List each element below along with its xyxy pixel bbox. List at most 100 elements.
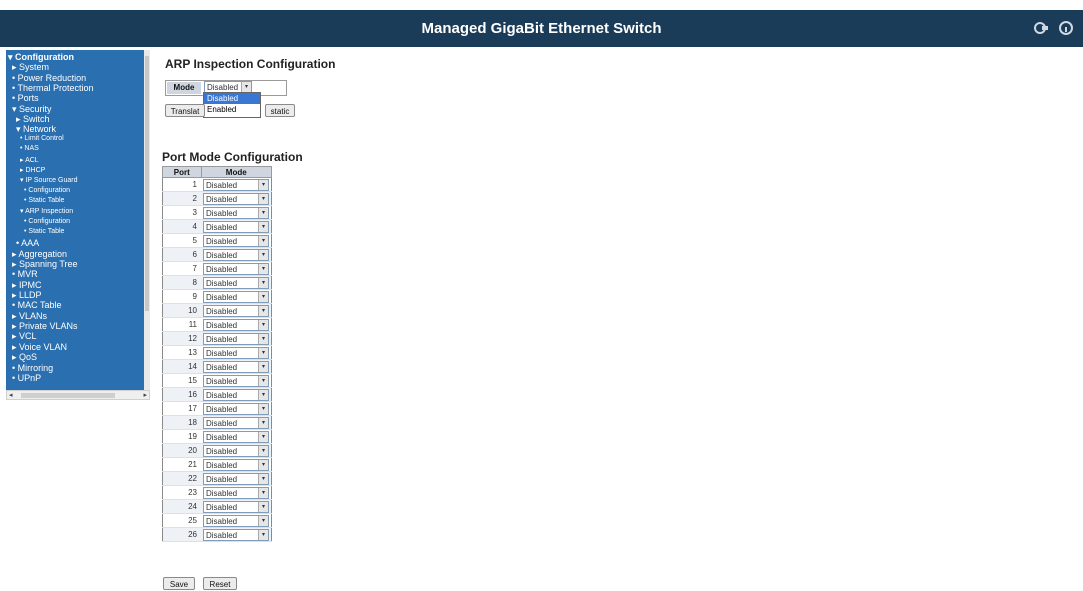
port-number: 19: [162, 429, 201, 444]
dropdown-option-enabled[interactable]: Enabled: [204, 104, 260, 115]
port-mode-select[interactable]: Disabled ▾: [203, 388, 269, 401]
sidebar-item[interactable]: ▾ Network: [16, 124, 56, 135]
port-mode-select[interactable]: Disabled ▾: [203, 486, 269, 499]
sidebar-item[interactable]: • Configuration: [24, 187, 70, 194]
sidebar-item[interactable]: ▸ Spanning Tree: [12, 259, 78, 270]
sidebar-item[interactable]: • MAC Table: [12, 300, 62, 310]
table-row: 11 Disabled ▾: [162, 317, 272, 332]
port-mode-select[interactable]: Disabled ▾: [203, 178, 269, 191]
sidebar-item[interactable]: • Thermal Protection: [12, 83, 94, 93]
sidebar-horizontal-scrollbar[interactable]: ◂ ▸: [6, 390, 150, 400]
sidebar-item[interactable]: • Static Table: [24, 197, 64, 204]
port-mode-select[interactable]: Disabled ▾: [203, 234, 269, 247]
sidebar-item[interactable]: • Limit Control: [20, 135, 64, 142]
sidebar-item[interactable]: • Power Reduction: [12, 73, 86, 83]
port-mode-select[interactable]: Disabled ▾: [203, 360, 269, 373]
port-mode-select[interactable]: Disabled ▾: [203, 332, 269, 345]
table-row: 13 Disabled ▾: [162, 345, 272, 360]
port-mode-select[interactable]: Disabled ▾: [203, 430, 269, 443]
help-icon[interactable]: [1058, 20, 1074, 36]
sidebar-item[interactable]: ▾ IP Source Guard: [20, 176, 77, 184]
dropdown-option-disabled[interactable]: Disabled: [204, 93, 260, 104]
port-number: 10: [162, 303, 201, 318]
port-mode-select[interactable]: Disabled ▾: [203, 374, 269, 387]
port-number: 25: [162, 513, 201, 528]
sidebar-item[interactable]: ▸ Voice VLAN: [12, 342, 67, 353]
port-mode-cell: Disabled ▾: [201, 317, 272, 332]
port-mode-select[interactable]: Disabled ▾: [203, 402, 269, 415]
table-row: 22 Disabled ▾: [162, 471, 272, 486]
sidebar-item[interactable]: ▾ ARP Inspection: [20, 207, 73, 215]
table-row: 12 Disabled ▾: [162, 331, 272, 346]
port-number: 12: [162, 331, 201, 346]
sidebar-item[interactable]: • Mirroring: [12, 363, 53, 373]
port-mode-select[interactable]: Disabled ▾: [203, 514, 269, 527]
logout-icon[interactable]: [1033, 20, 1049, 36]
sidebar-item[interactable]: • UPnP: [12, 373, 41, 383]
port-mode-select[interactable]: Disabled ▾: [203, 318, 269, 331]
sidebar-item[interactable]: ▸ Switch: [16, 114, 50, 125]
port-mode-select[interactable]: Disabled ▾: [203, 458, 269, 471]
sidebar-item[interactable]: ▸ QoS: [12, 352, 37, 363]
port-mode-value: Disabled: [206, 236, 238, 246]
port-mode-select[interactable]: Disabled ▾: [203, 220, 269, 233]
port-number: 11: [162, 317, 201, 332]
chevron-down-icon: ▾: [258, 193, 268, 204]
port-mode-cell: Disabled ▾: [201, 513, 272, 528]
scroll-right-icon[interactable]: ▸: [143, 392, 147, 399]
sidebar-item[interactable]: • MVR: [12, 269, 38, 279]
save-button[interactable]: Save: [163, 577, 195, 590]
port-mode-select[interactable]: Disabled ▾: [203, 206, 269, 219]
port-mode-select[interactable]: Disabled ▾: [203, 472, 269, 485]
port-number: 2: [162, 191, 201, 206]
port-mode-select[interactable]: Disabled ▾: [203, 500, 269, 513]
port-mode-value: Disabled: [206, 180, 238, 190]
port-mode-select[interactable]: Disabled ▾: [203, 346, 269, 359]
chevron-down-icon: ▾: [258, 179, 268, 190]
chevron-down-icon: ▾: [258, 529, 268, 540]
port-mode-select[interactable]: Disabled ▾: [203, 262, 269, 275]
table-row: 4 Disabled ▾: [162, 219, 272, 234]
translate-button-right[interactable]: static: [265, 104, 295, 117]
chevron-down-icon: ▾: [258, 305, 268, 316]
chevron-down-icon: ▾: [258, 473, 268, 484]
port-mode-select[interactable]: Disabled ▾: [203, 276, 269, 289]
sidebar-item[interactable]: ▸ DHCP: [20, 166, 45, 174]
port-mode-value: Disabled: [206, 502, 238, 512]
sidebar-item[interactable]: ▸ ACL: [20, 156, 39, 164]
sidebar-item[interactable]: ▸ IPMC: [12, 280, 42, 291]
port-mode-select[interactable]: Disabled ▾: [203, 248, 269, 261]
port-mode-value: Disabled: [206, 474, 238, 484]
sidebar-item[interactable]: • NAS: [20, 145, 39, 152]
port-mode-cell: Disabled ▾: [201, 499, 272, 514]
sidebar-item[interactable]: ▾ Configuration: [8, 52, 74, 63]
sidebar-item[interactable]: • AAA: [16, 238, 39, 248]
sidebar-item[interactable]: ▸ System: [12, 62, 49, 73]
sidebar-item[interactable]: • Configuration: [24, 218, 70, 225]
sidebar-item[interactable]: ▾ Security: [12, 104, 52, 115]
sidebar-item[interactable]: ▸ Private VLANs: [12, 321, 78, 332]
sidebar-vertical-scrollbar[interactable]: [144, 50, 150, 390]
sidebar-item[interactable]: • Ports: [12, 93, 39, 103]
sidebar-item[interactable]: ▸ Aggregation: [12, 249, 67, 260]
scroll-left-icon[interactable]: ◂: [9, 392, 13, 399]
chevron-down-icon: ▾: [258, 361, 268, 372]
port-mode-value: Disabled: [206, 404, 238, 414]
port-mode-select[interactable]: Disabled ▾: [203, 290, 269, 303]
port-number: 26: [162, 527, 201, 542]
reset-button[interactable]: Reset: [203, 577, 237, 590]
chevron-down-icon: ▾: [258, 403, 268, 414]
port-number: 17: [162, 401, 201, 416]
port-number: 15: [162, 373, 201, 388]
port-mode-select[interactable]: Disabled ▾: [203, 528, 269, 541]
port-mode-select[interactable]: Disabled ▾: [203, 304, 269, 317]
port-mode-select[interactable]: Disabled ▾: [203, 416, 269, 429]
port-mode-select[interactable]: Disabled ▾: [203, 444, 269, 457]
sidebar-item[interactable]: ▸ LLDP: [12, 290, 42, 301]
translate-button-left[interactable]: Translat: [165, 104, 205, 117]
sidebar-item[interactable]: ▸ VLANs: [12, 311, 47, 322]
sidebar-item[interactable]: • Static Table: [24, 228, 64, 235]
sidebar-item[interactable]: ▸ VCL: [12, 331, 37, 342]
port-mode-select[interactable]: Disabled ▾: [203, 192, 269, 205]
port-mode-cell: Disabled ▾: [201, 177, 272, 192]
